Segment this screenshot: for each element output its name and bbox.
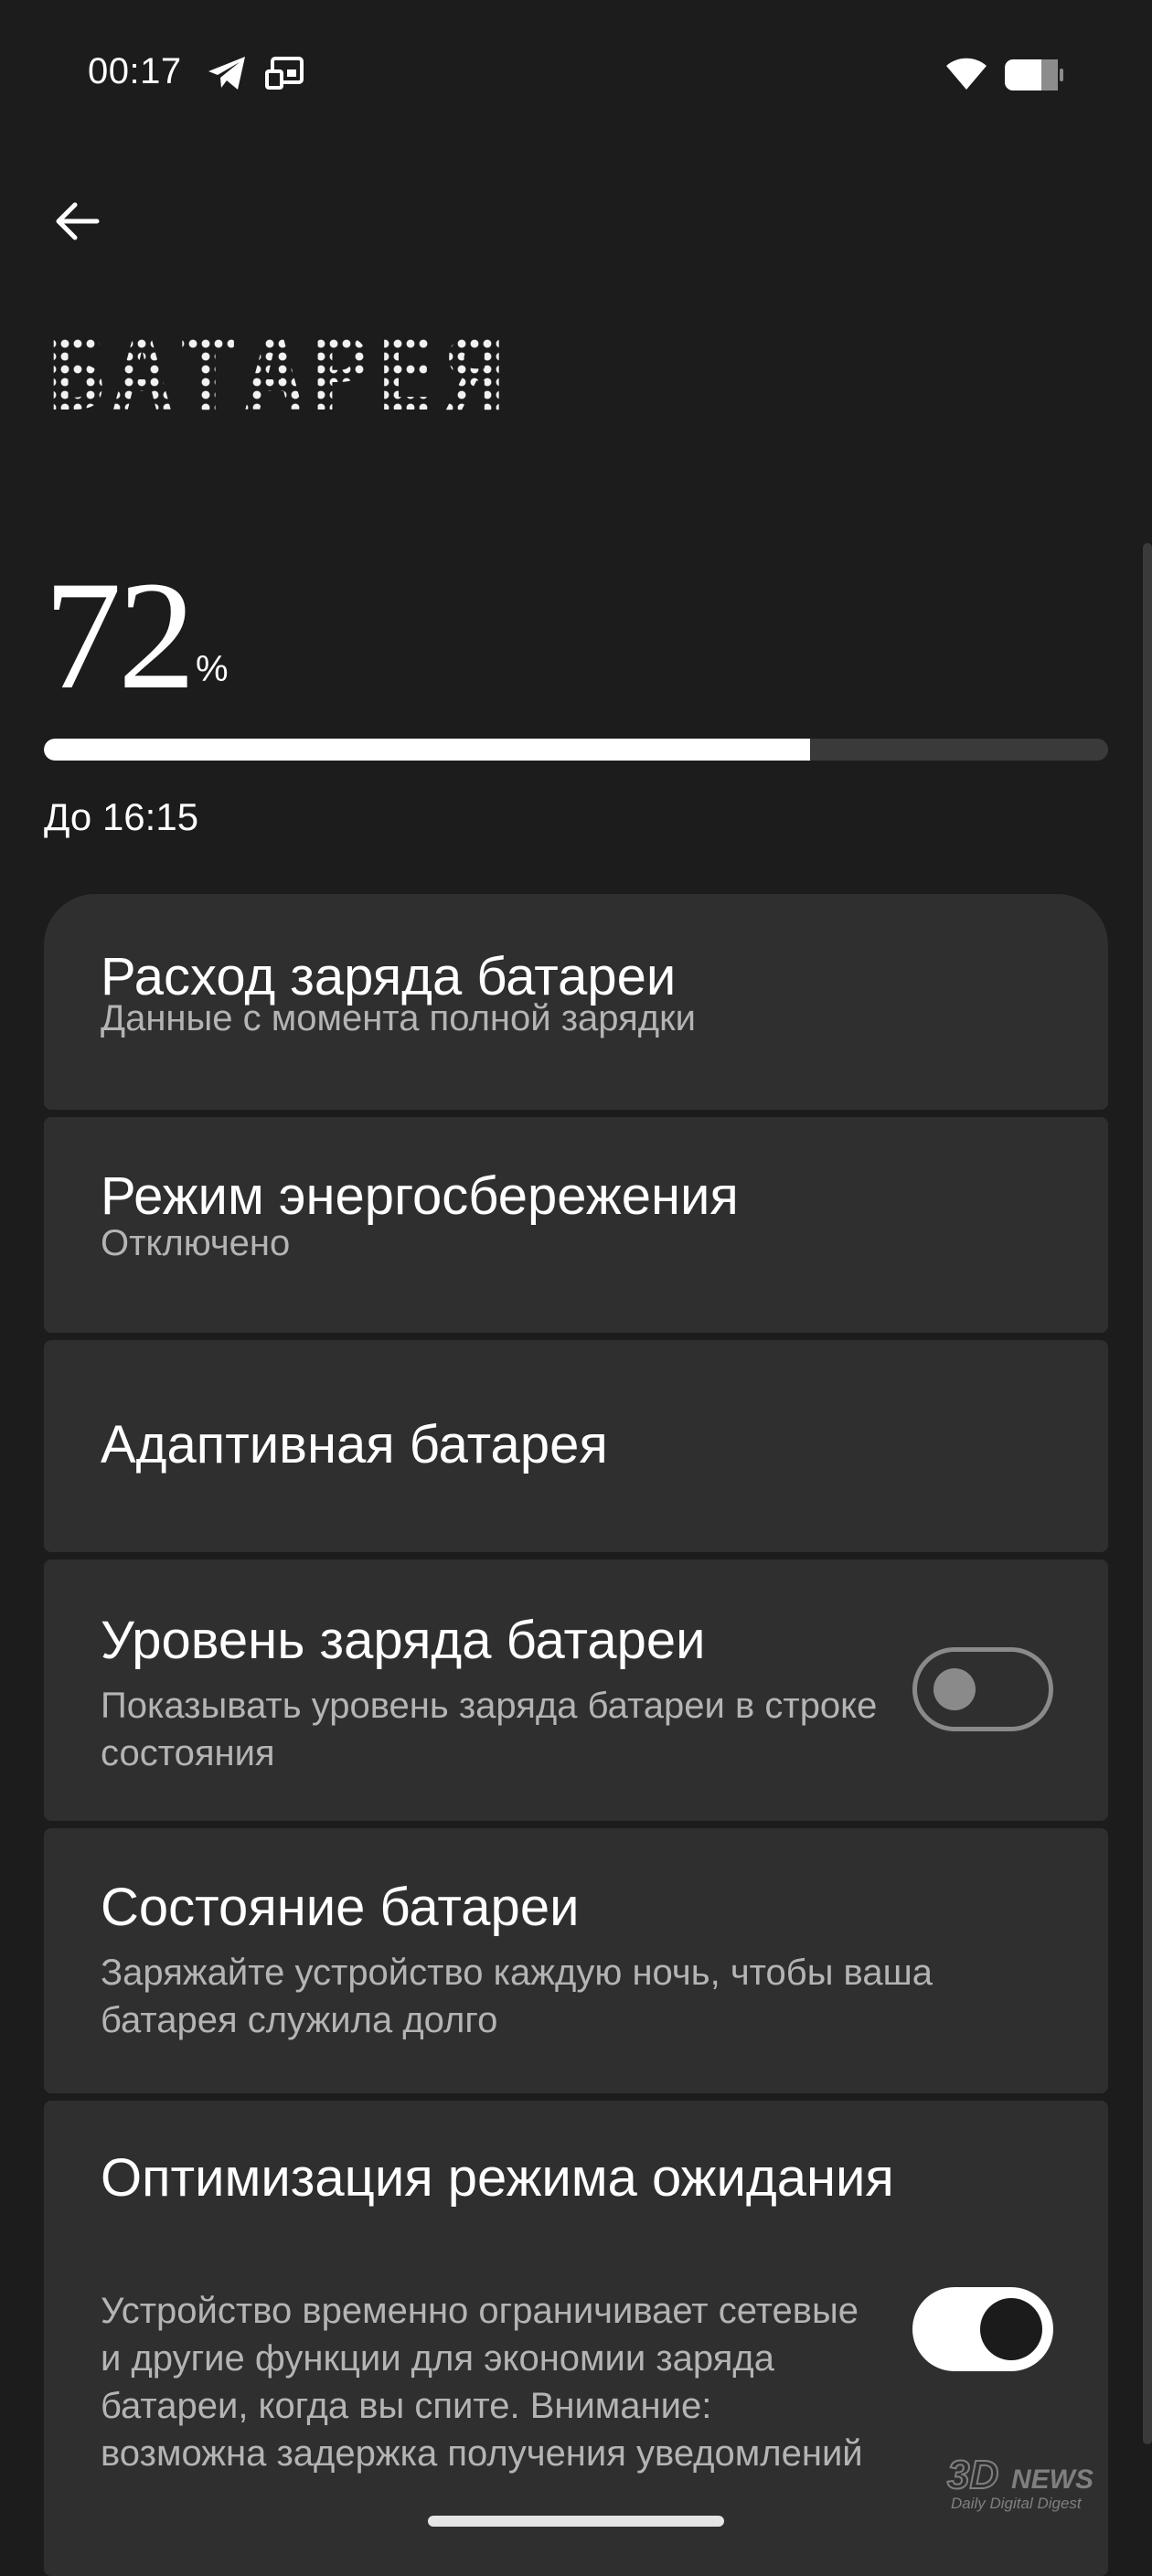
- svg-text:Daily Digital Digest: Daily Digital Digest: [951, 2495, 1083, 2512]
- 3dnews-watermark-logo: 3D NEWS Daily Digital Digest: [946, 2452, 1093, 2512]
- battery-health-item[interactable]: Состояние батареи Заряжайте устройство к…: [44, 1828, 1108, 2093]
- battery-saver-item[interactable]: Режим энергосбережения Отключено: [44, 1117, 1108, 1333]
- battery-usage-item[interactable]: Расход заряда батареи Данные с момента п…: [44, 894, 1108, 1110]
- item-title: Состояние батареи: [101, 1878, 580, 1937]
- status-bar: 00:17: [0, 0, 1152, 146]
- arrow-left-icon: [56, 202, 100, 240]
- battery-percentage-toggle[interactable]: [912, 1647, 1053, 1731]
- item-subtitle: Показывать уровень заряда батареи в стро…: [101, 1686, 878, 1773]
- svg-text:NEWS: NEWS: [1011, 2464, 1093, 2495]
- item-title: Уровень заряда батареи: [101, 1611, 706, 1670]
- battery-percentage-item[interactable]: Уровень заряда батареи Показывать уровен…: [44, 1559, 1108, 1821]
- status-time: 00:17: [88, 51, 182, 91]
- back-button[interactable]: [44, 188, 110, 254]
- item-subtitle: Отключено: [101, 1223, 291, 1263]
- gesture-navigation-bar[interactable]: [428, 2516, 724, 2527]
- battery-percentage-unit: %: [196, 649, 229, 689]
- standby-optimization-toggle[interactable]: [912, 2287, 1053, 2371]
- battery-level-fill: [44, 739, 811, 761]
- page-title: БАТАРЕЯ: [46, 316, 508, 433]
- battery-level-bar: [44, 739, 1108, 761]
- scrollbar[interactable]: [1143, 543, 1152, 2444]
- battery-icon: [1005, 59, 1063, 90]
- item-title: Адаптивная батарея: [101, 1415, 608, 1474]
- item-subtitle: Устройство временно ограничивает сетевые…: [101, 2291, 863, 2474]
- item-title: Оптимизация режима ожидания: [101, 2148, 894, 2208]
- adaptive-battery-item[interactable]: Адаптивная батарея: [44, 1340, 1108, 1552]
- toggle-knob: [980, 2298, 1042, 2360]
- item-subtitle: Заряжайте устройство каждую ночь, чтобы …: [101, 1953, 933, 2040]
- battery-estimate: До 16:15: [44, 795, 199, 838]
- toggle-knob: [933, 1668, 976, 1710]
- battery-percentage: 72: [44, 549, 196, 721]
- telegram-icon: [208, 57, 245, 90]
- wifi-icon: [946, 58, 987, 90]
- item-subtitle: Данные с момента полной зарядки: [101, 998, 696, 1038]
- cast-icon: [265, 57, 304, 90]
- svg-text:3D: 3D: [947, 2453, 998, 2497]
